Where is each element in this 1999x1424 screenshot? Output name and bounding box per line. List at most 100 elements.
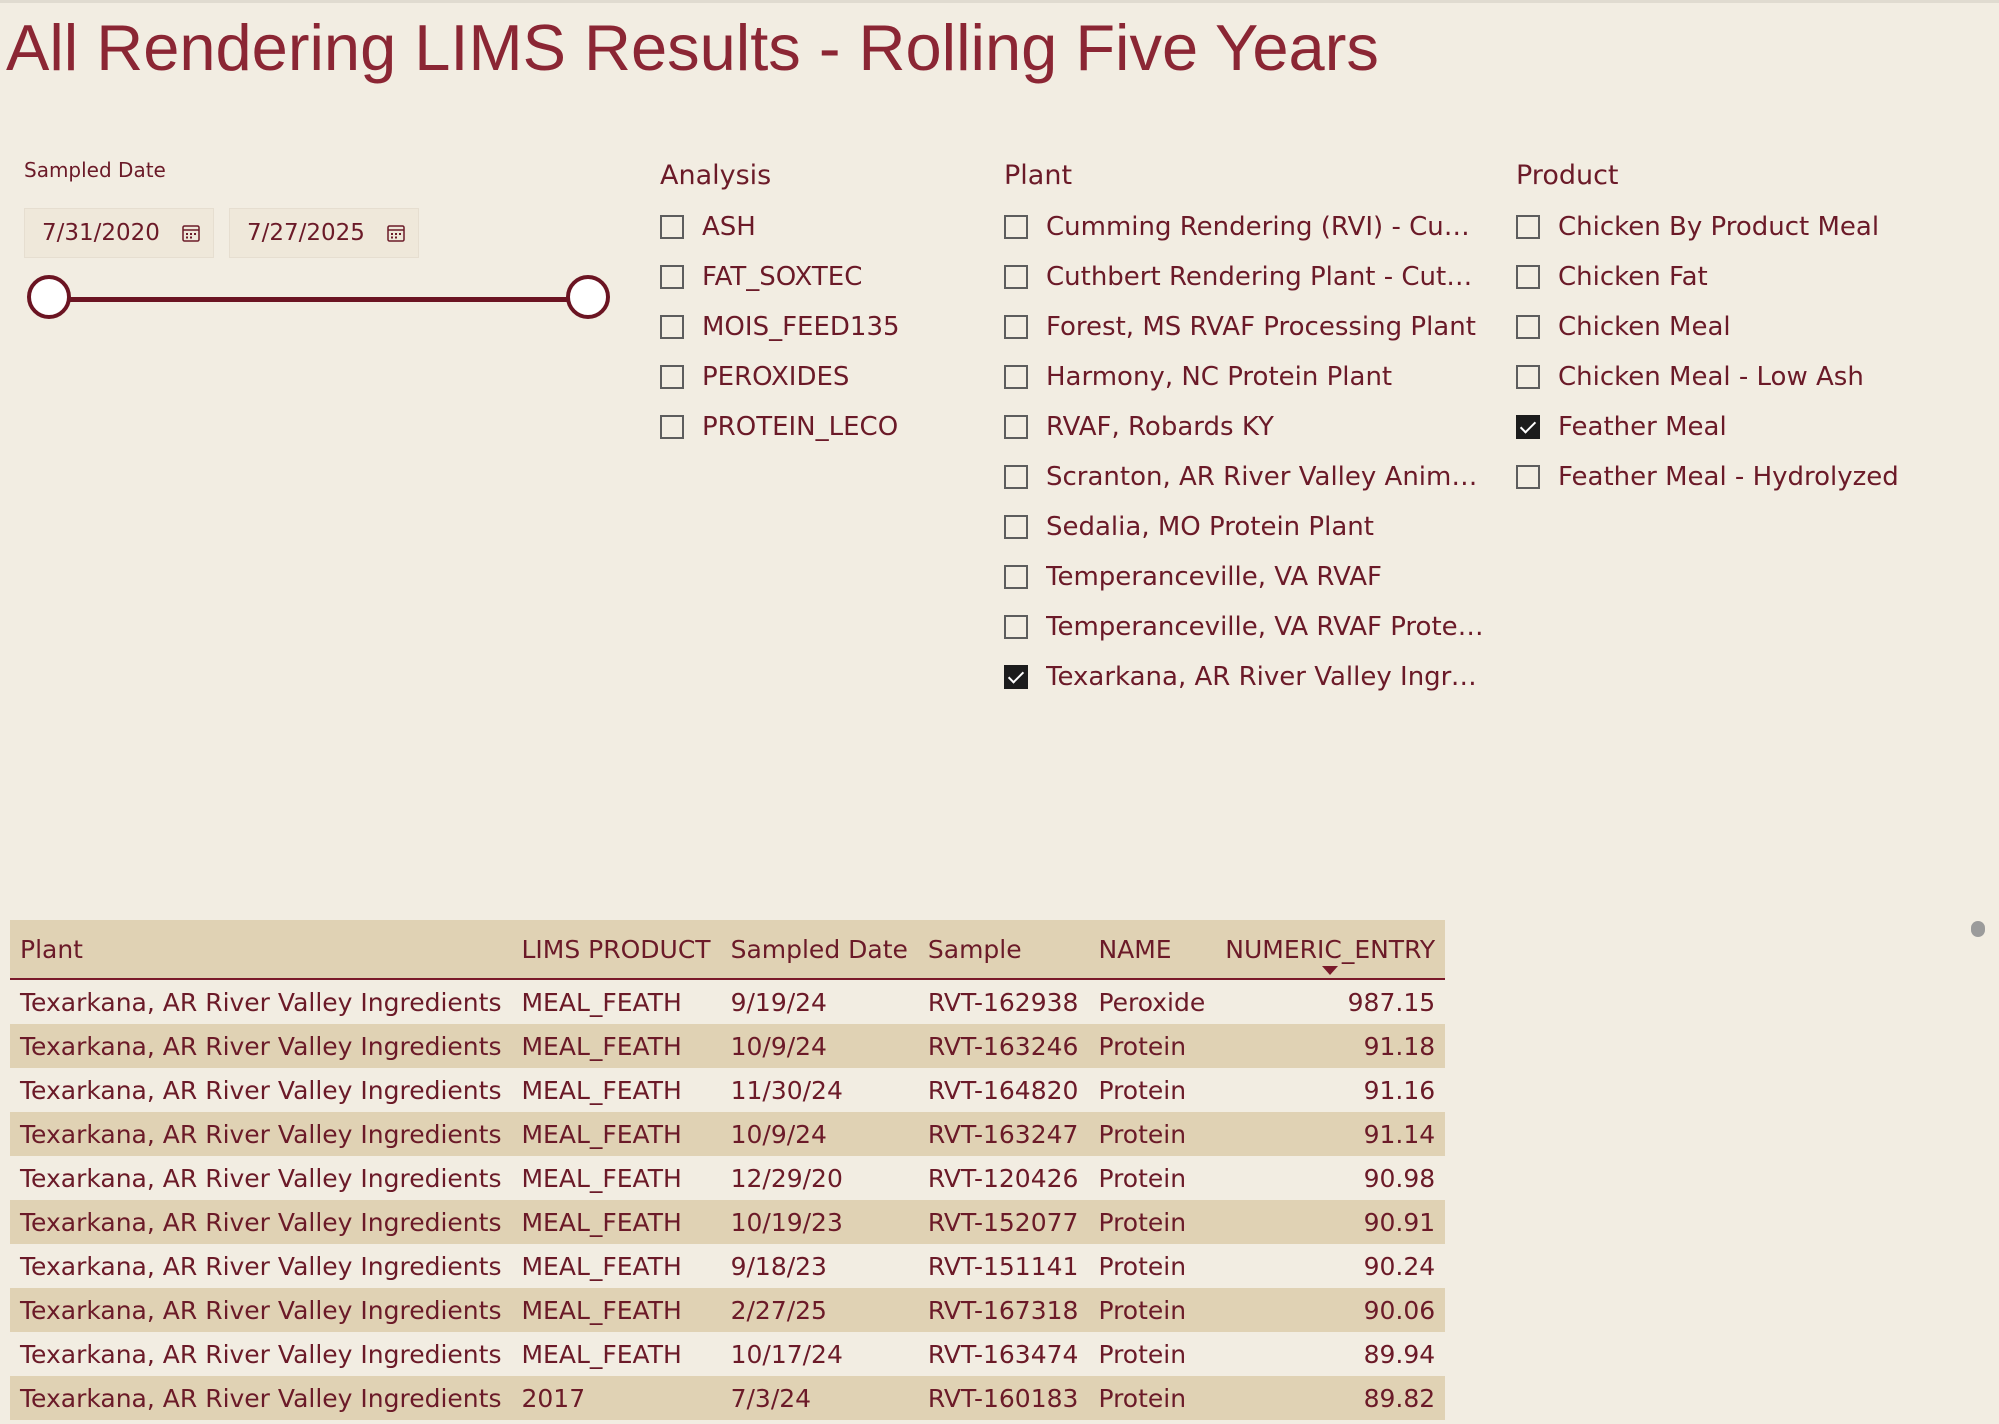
checkbox-unchecked[interactable] [1516,215,1540,239]
checkbox-unchecked[interactable] [1004,465,1028,489]
cell-plant: Texarkana, AR River Valley Ingredients [20,1339,502,1369]
checkbox-unchecked[interactable] [660,415,684,439]
column-header-numeric-entry-label: NUMERIC_ENTRY [1225,934,1436,964]
table-row[interactable]: Texarkana, AR River Valley Ingredients ME… [10,1332,1445,1376]
checkbox-unchecked[interactable] [660,315,684,339]
analysis-option[interactable]: PROTEIN_LECO [660,402,900,452]
checkbox-unchecked[interactable] [1004,615,1028,639]
plant-slicer: Plant Cumming Rendering (RVI) - Cumm... C… [1004,158,1486,702]
cell-plant: Texarkana, AR River Valley Ingredients [10,1376,512,1420]
analysis-option[interactable]: PEROXIDES [660,352,900,402]
cell-sample: RVT-164820 [927,1075,1079,1105]
checkbox-unchecked[interactable] [1516,465,1540,489]
table-row[interactable]: Texarkana, AR River Valley Ingredients ME… [10,1024,1446,1068]
checkbox-unchecked[interactable] [1004,365,1028,389]
product-option[interactable]: Chicken Meal - Low Ash [1516,352,1899,402]
product-option[interactable]: Chicken Fat [1516,252,1899,302]
checkbox-unchecked[interactable] [1004,515,1028,539]
checkbox-unchecked[interactable] [1004,265,1028,289]
product-option[interactable]: Feather Meal [1516,402,1899,452]
cell-lims-product: MEAL_FEATH [511,1024,721,1068]
calendar-icon[interactable] [181,223,201,243]
checkbox-unchecked[interactable] [1516,365,1540,389]
column-header-name[interactable]: NAME [1088,920,1216,980]
column-header-lims-product[interactable]: LIMS PRODUCT [511,920,721,980]
cell-plant: Texarkana, AR River Valley Ingredients [10,1112,512,1156]
analysis-option[interactable]: ASH [660,202,900,252]
date-range-end-handle[interactable] [566,275,610,319]
checkbox-unchecked[interactable] [1004,315,1028,339]
table-header-row: Plant LIMS PRODUCT Sampled Date Sample N… [10,920,1446,980]
table-row[interactable]: Texarkana, AR River Valley Ingredients ME… [10,1068,1445,1112]
plant-option[interactable]: Forest, MS RVAF Processing Plant [1004,302,1486,352]
cell-sample: RVT-167318 [917,1288,1089,1332]
plant-option[interactable]: Cuthbert Rendering Plant - Cuthbe... [1004,252,1486,302]
page-scrollbar-thumb[interactable] [1971,921,1985,937]
product-option-label: Chicken Fat [1558,262,1708,292]
cell-name: Protein [1088,1112,1216,1156]
sort-descending-icon [1322,966,1339,975]
plant-option[interactable]: Texarkana, AR River Valley Ingredie... [1004,652,1486,702]
checkbox-unchecked[interactable] [660,365,684,389]
plant-option[interactable]: Cumming Rendering (RVI) - Cumm... [1004,202,1486,252]
plant-option[interactable]: Temperanceville, VA RVAF [1004,552,1486,602]
cell-numeric-entry: 90.06 [1215,1288,1446,1332]
checkbox-unchecked[interactable] [1516,265,1540,289]
plant-option[interactable]: Sedalia, MO Protein Plant [1004,502,1486,552]
column-header-plant[interactable]: Plant [10,920,512,980]
plant-option-label: Sedalia, MO Protein Plant [1046,512,1374,542]
table-row[interactable]: Texarkana, AR River Valley Ingredients ME… [10,1156,1445,1200]
cell-numeric-entry: 987.15 [1347,987,1436,1017]
analysis-option[interactable]: FAT_SOXTEC [660,252,900,302]
checkbox-checked[interactable] [1516,415,1540,439]
table-row[interactable]: Texarkana, AR River Valley Ingredients ME… [10,1244,1445,1288]
table-row[interactable]: Texarkana, AR River Valley Ingredients ME… [10,1200,1446,1244]
product-option[interactable]: Chicken By Product Meal [1516,202,1899,252]
table-row[interactable]: Texarkana, AR River Valley Ingredients ME… [10,979,1445,1024]
page-title: All Rendering LIMS Results - Rolling Fiv… [6,11,1379,84]
cell-name: Protein [1088,1200,1216,1244]
plant-option[interactable]: Temperanceville, VA RVAF Protein ... [1004,602,1486,652]
end-date-input[interactable]: 7/27/2025 [229,208,419,258]
analysis-slicer: Analysis ASH FAT_SOXTEC MOIS_FEED135 PEROXI… [660,158,900,452]
date-range-start-handle[interactable] [27,275,71,319]
cell-sample: RVT-162938 [927,987,1079,1017]
analysis-option[interactable]: MOIS_FEED135 [660,302,900,352]
cell-sample: RVT-151141 [927,1251,1079,1281]
plant-option[interactable]: Harmony, NC Protein Plant [1004,352,1486,402]
calendar-icon[interactable] [386,223,406,243]
table-row[interactable]: Texarkana, AR River Valley Ingredients ME… [10,1288,1446,1332]
product-option[interactable]: Feather Meal - Hydrolyzed [1516,452,1899,502]
column-header-sampled-date[interactable]: Sampled Date [720,920,918,980]
cell-numeric-entry: 91.16 [1363,1075,1436,1105]
cell-name: Protein [1088,1024,1216,1068]
cell-sampled-date: 2/27/25 [720,1288,918,1332]
cell-lims-product: MEAL_FEATH [521,1339,682,1369]
cell-name: Protein [1088,1376,1216,1420]
checkbox-unchecked[interactable] [1516,315,1540,339]
checkbox-unchecked[interactable] [1004,215,1028,239]
product-option-label: Chicken By Product Meal [1558,212,1880,242]
plant-option-label: Scranton, AR River Valley Animal F... [1046,462,1486,492]
analysis-option-label: FAT_SOXTEC [702,262,863,292]
checkbox-unchecked[interactable] [660,265,684,289]
start-date-input[interactable]: 7/31/2020 [24,208,214,258]
table-row[interactable]: Texarkana, AR River Valley Ingredients ME… [10,1112,1446,1156]
product-slicer-header: Product [1516,160,1619,191]
column-header-numeric-entry[interactable]: NUMERIC_ENTRY [1215,920,1446,980]
cell-numeric-entry: 89.94 [1363,1339,1436,1369]
product-option[interactable]: Chicken Meal [1516,302,1899,352]
start-date-value: 7/31/2020 [42,220,160,246]
cell-sampled-date: 10/17/24 [730,1339,843,1369]
checkbox-unchecked[interactable] [660,215,684,239]
table-row[interactable]: Texarkana, AR River Valley Ingredients 20… [10,1376,1446,1420]
plant-option[interactable]: Scranton, AR River Valley Animal F... [1004,452,1486,502]
date-range-slider-track[interactable] [52,297,600,302]
column-header-sample[interactable]: Sample [917,920,1089,980]
checkbox-unchecked[interactable] [1004,565,1028,589]
sampled-date-slicer: Sampled Date 7/31/2020 7/27/2025 [24,158,624,338]
checkbox-unchecked[interactable] [1004,415,1028,439]
plant-option[interactable]: RVAF, Robards KY [1004,402,1486,452]
checkbox-checked[interactable] [1004,665,1028,689]
cell-sampled-date: 10/9/24 [720,1024,918,1068]
